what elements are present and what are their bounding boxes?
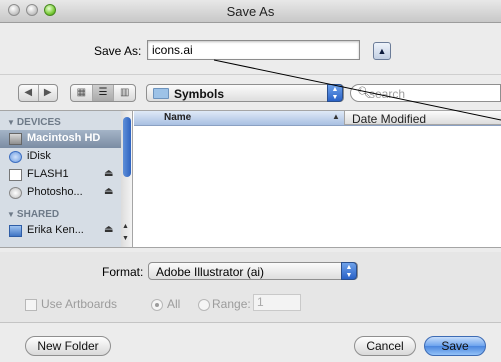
range-input[interactable]: 1 xyxy=(253,294,301,311)
format-select[interactable]: Adobe Illustrator (ai) ▲ ▼ xyxy=(148,262,358,280)
popup-arrows-icon: ▲ ▼ xyxy=(341,262,357,280)
sidebar: ▼ DEVICES Macintosh HD iDisk FLASH1 ⏏ Pho… xyxy=(0,111,122,247)
divider xyxy=(0,74,501,75)
range-label: Range: xyxy=(212,297,251,311)
save-button[interactable]: Save xyxy=(424,336,486,356)
back-arrow-icon: ◀ xyxy=(24,87,33,98)
idisk-icon xyxy=(9,151,22,163)
sidebar-item-macintosh-hd[interactable]: Macintosh HD xyxy=(0,130,121,148)
sidebar-item-label: Macintosh HD xyxy=(27,132,101,144)
hard-drive-icon xyxy=(9,133,22,145)
all-label: All xyxy=(167,297,181,311)
filename-input[interactable] xyxy=(147,40,360,60)
format-options: Format: Adobe Illustrator (ai) ▲ ▼ Use Ar… xyxy=(0,252,501,323)
sidebar-item-erika[interactable]: Erika Ken... ⏏ xyxy=(0,222,121,240)
browser-toolbar: ◀ ▶ ▦ ☰ ▥ Symbols ▲ ▼ 🔍︎ search xyxy=(0,84,501,104)
title-bar[interactable]: Save As xyxy=(0,0,501,23)
column-view-button[interactable]: ▥ xyxy=(114,85,135,101)
use-artboards-label: Use Artboards xyxy=(41,297,118,311)
forward-button[interactable]: ▶ xyxy=(39,85,58,101)
column-header-date-modified[interactable]: Date Modified xyxy=(344,111,501,126)
view-mode-control[interactable]: ▦ ☰ ▥ xyxy=(70,84,136,102)
removable-drive-icon xyxy=(9,169,22,181)
icon-view-icon: ▦ xyxy=(76,87,87,98)
sidebar-heading-devices[interactable]: ▼ DEVICES xyxy=(7,117,61,128)
file-browser: ▼ DEVICES Macintosh HD iDisk FLASH1 ⏏ Pho… xyxy=(0,110,501,248)
back-forward-control[interactable]: ◀ ▶ xyxy=(18,84,58,102)
eject-icon[interactable]: ⏏ xyxy=(104,186,113,197)
scrollbar-thumb[interactable] xyxy=(123,117,131,177)
new-folder-button[interactable]: New Folder xyxy=(25,336,111,356)
scroll-up-arrow-icon[interactable]: ▲ xyxy=(122,223,129,230)
sort-ascending-icon: ▲ xyxy=(332,112,340,121)
save-as-dialog: Save As Save As: ▲ ◀ ▶ ▦ ☰ ▥ Symbols ▲▼ … xyxy=(0,0,501,362)
format-select-value: Adobe Illustrator (ai) xyxy=(156,265,265,279)
sidebar-item-label: FLASH1 xyxy=(27,168,69,180)
location-popup[interactable]: Symbols ▲ ▼ xyxy=(146,84,344,102)
all-radio[interactable] xyxy=(151,299,163,311)
search-field[interactable]: 🔍︎ search xyxy=(350,84,501,102)
folder-icon xyxy=(153,88,169,99)
column-date-label: Date Modified xyxy=(352,112,427,126)
back-button[interactable]: ◀ xyxy=(19,85,39,101)
eject-icon[interactable]: ⏏ xyxy=(104,224,113,235)
sidebar-item-photoshop[interactable]: Photosho... ⏏ xyxy=(0,184,121,202)
sidebar-item-label: Erika Ken... xyxy=(27,224,84,236)
up-triangle-icon: ▲ xyxy=(377,46,387,56)
forward-arrow-icon: ▶ xyxy=(43,87,52,98)
location-label: Symbols xyxy=(174,87,225,101)
format-label: Format: xyxy=(102,265,144,279)
column-name-label: Name xyxy=(164,112,192,123)
sidebar-item-flash1[interactable]: FLASH1 ⏏ xyxy=(0,166,121,184)
range-radio[interactable] xyxy=(198,299,210,311)
sidebar-scrollbar[interactable]: ▲ ▼ xyxy=(121,111,133,247)
search-placeholder: search xyxy=(369,87,406,101)
cancel-button[interactable]: Cancel xyxy=(354,336,416,356)
save-as-label: Save As: xyxy=(94,44,142,58)
eject-icon[interactable]: ⏏ xyxy=(104,168,113,179)
network-computer-icon xyxy=(9,225,22,237)
file-list[interactable]: Name ▲ Date Modified xyxy=(134,111,501,247)
icon-view-button[interactable]: ▦ xyxy=(71,85,93,101)
use-artboards-checkbox[interactable] xyxy=(25,299,37,311)
sidebar-item-idisk[interactable]: iDisk xyxy=(0,148,121,166)
column-view-icon: ▥ xyxy=(119,87,130,98)
sidebar-item-label: Photosho... xyxy=(27,186,83,198)
sidebar-item-label: iDisk xyxy=(27,150,51,162)
sidebar-heading-shared[interactable]: ▼ SHARED xyxy=(7,209,59,220)
disk-image-icon xyxy=(9,187,22,199)
window-title: Save As xyxy=(226,4,275,19)
list-view-icon: ☰ xyxy=(98,87,108,98)
collapse-browser-button[interactable]: ▲ xyxy=(373,42,391,60)
list-view-button[interactable]: ☰ xyxy=(92,85,115,101)
scroll-down-arrow-icon[interactable]: ▼ xyxy=(122,235,129,242)
popup-arrows-icon: ▲ ▼ xyxy=(327,84,343,102)
